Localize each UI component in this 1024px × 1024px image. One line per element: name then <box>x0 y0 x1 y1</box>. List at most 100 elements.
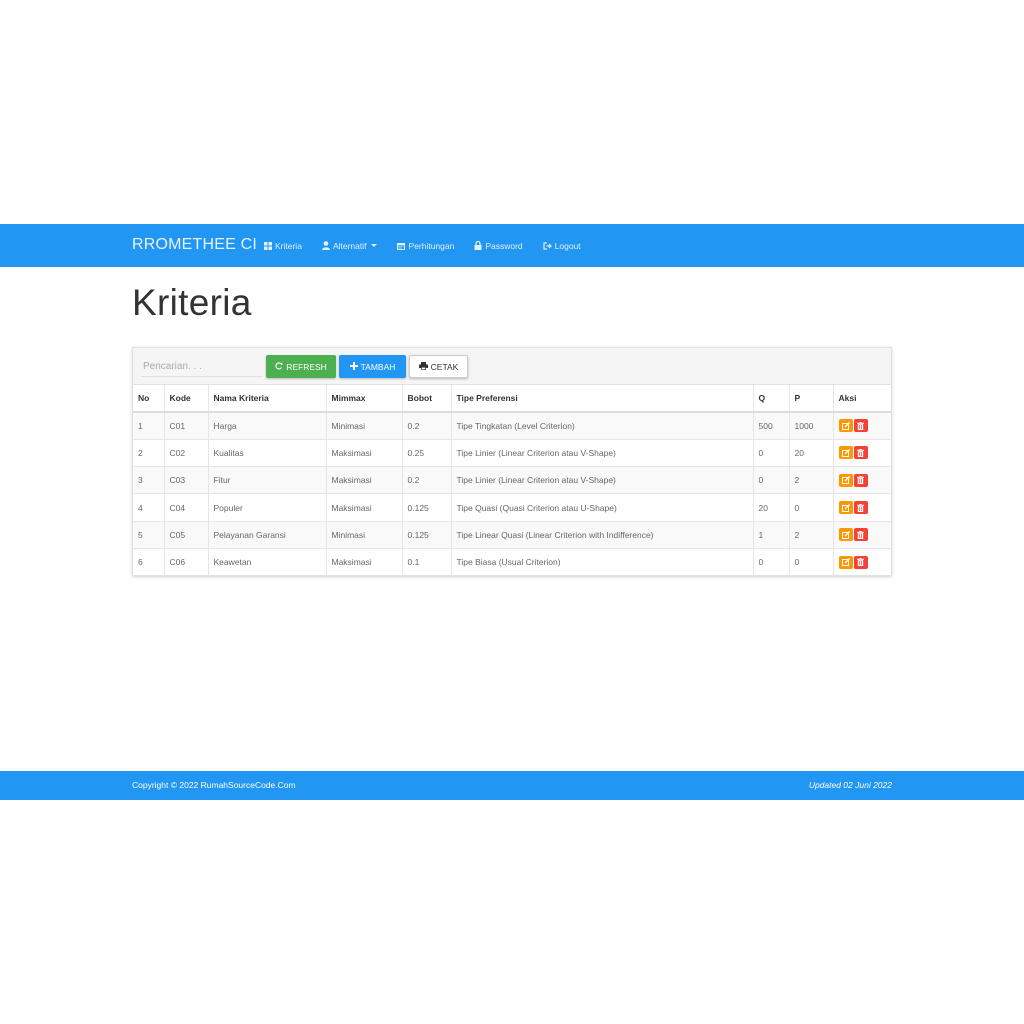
nav-menu: Kriteria Alternatif Perhitungan Password <box>264 224 601 267</box>
cell-q: 500 <box>753 411 790 440</box>
edit-button[interactable] <box>838 528 853 542</box>
trash-icon <box>857 503 864 512</box>
edit-button[interactable] <box>838 555 853 569</box>
cell-kode: C05 <box>164 520 209 549</box>
edit-icon <box>841 476 850 485</box>
edit-button[interactable] <box>838 473 853 487</box>
table-row: 6 C06 Keawetan Maksimasi 0.1 Tipe Biasa … <box>133 547 891 576</box>
delete-button[interactable] <box>853 446 868 460</box>
edit-icon <box>841 421 850 430</box>
cell-kode: C02 <box>164 438 209 467</box>
nav-item-perhitungan[interactable]: Perhitungan <box>397 241 454 251</box>
cell-p: 0 <box>789 547 834 576</box>
tambah-button[interactable]: TAMBAH <box>339 355 406 378</box>
header-aksi: Aksi <box>833 385 891 413</box>
cell-nama: Pelayanan Garansi <box>208 520 327 549</box>
header-kode: Kode <box>164 385 209 413</box>
cell-minmax: Maksimasi <box>326 438 403 467</box>
cell-bobot: 0.1 <box>402 547 452 576</box>
delete-button[interactable] <box>853 528 868 542</box>
cell-p: 1000 <box>789 411 834 440</box>
table-header-row: No Kode Nama Kriteria Mimmax Bobot Tipe … <box>133 385 891 413</box>
nav-item-label: Alternatif <box>332 240 367 251</box>
footer-copyright: Copyright © 2022 RumahSourceCode.Com <box>132 780 296 790</box>
cell-nama: Fitur <box>208 466 327 494</box>
nav-item-kriteria[interactable]: Kriteria <box>264 241 302 251</box>
cell-q: 0 <box>753 438 790 467</box>
trash-icon <box>857 476 864 485</box>
footer-updated: Updated 02 Juni 2022 <box>808 780 892 790</box>
trash-icon <box>857 530 864 539</box>
cell-nama: Kualitas <box>208 438 327 467</box>
nav-item-password[interactable]: Password <box>474 240 523 251</box>
caret-down-icon <box>371 244 378 247</box>
trash-icon <box>857 448 864 457</box>
print-icon <box>418 361 428 372</box>
cell-minmax: Maksimasi <box>326 466 403 494</box>
edit-button[interactable] <box>838 501 853 515</box>
edit-button[interactable] <box>838 419 853 433</box>
edit-icon <box>841 530 850 539</box>
delete-button[interactable] <box>853 473 868 487</box>
cell-p: 2 <box>789 466 834 494</box>
nav-item-label: Password <box>485 240 523 251</box>
delete-button[interactable] <box>853 501 868 515</box>
cell-no: 5 <box>133 520 165 549</box>
nav-item-alternatif[interactable]: Alternatif <box>321 240 378 251</box>
edit-icon <box>841 448 850 457</box>
header-bobot: Bobot <box>402 385 452 413</box>
refresh-button[interactable]: REFRESH <box>266 355 336 378</box>
table-row: 5 C05 Pelayanan Garansi Minimasi 0.125 T… <box>133 520 891 549</box>
cell-p: 20 <box>789 438 834 467</box>
refresh-icon <box>275 361 283 372</box>
cell-kode: C01 <box>164 411 209 440</box>
cell-tipe: Tipe Quasi (Quasi Criterion atau U-Shape… <box>451 493 754 522</box>
cell-bobot: 0.2 <box>402 411 452 440</box>
cell-no: 4 <box>133 493 165 522</box>
kriteria-table: No Kode Nama Kriteria Mimmax Bobot Tipe … <box>133 385 891 576</box>
cell-bobot: 0.2 <box>402 466 452 494</box>
nav-item-logout[interactable]: Logout <box>543 241 581 251</box>
kriteria-panel: REFRESH TAMBAH CETAK No Kode Nama Kriter… <box>132 347 892 576</box>
cell-minmax: Minimasi <box>326 520 403 549</box>
header-nama-kriteria: Nama Kriteria <box>208 385 327 413</box>
cell-aksi <box>833 520 891 549</box>
table-row: 3 C03 Fitur Maksimasi 0.2 Tipe Linier (L… <box>133 466 891 494</box>
cell-aksi <box>833 411 891 440</box>
cell-tipe: Tipe Biasa (Usual Criterion) <box>451 547 754 576</box>
header-p: P <box>789 385 834 413</box>
lock-icon <box>474 241 482 250</box>
cell-kode: C06 <box>164 547 209 576</box>
cell-no: 6 <box>133 547 165 576</box>
edit-icon <box>841 558 850 567</box>
cell-aksi <box>833 466 891 494</box>
cell-bobot: 0.125 <box>402 520 452 549</box>
brand-link[interactable]: RROMETHEE CI <box>132 236 257 254</box>
header-minmax: Mimmax <box>326 385 403 413</box>
edit-icon <box>841 503 850 512</box>
cell-aksi <box>833 493 891 522</box>
page-title: Kriteria <box>132 282 252 323</box>
search-input[interactable] <box>141 356 263 377</box>
table-row: 4 C04 Populer Maksimasi 0.125 Tipe Quasi… <box>133 493 891 522</box>
cell-q: 20 <box>753 493 790 522</box>
header-tipe-preferensi: Tipe Preferensi <box>451 385 754 413</box>
cell-no: 2 <box>133 438 165 467</box>
plus-icon <box>349 361 358 372</box>
calendar-icon <box>397 242 406 250</box>
nav-item-label: Kriteria <box>275 240 302 251</box>
cetak-label: CETAK <box>430 361 459 372</box>
delete-button[interactable] <box>853 555 868 569</box>
cell-minmax: Minimasi <box>326 411 403 440</box>
cell-aksi <box>833 547 891 576</box>
cell-p: 2 <box>789 520 834 549</box>
grid-icon <box>264 241 272 250</box>
delete-button[interactable] <box>853 419 868 433</box>
cell-tipe: Tipe Linear Quasi (Linear Criterion with… <box>451 520 754 549</box>
cetak-button[interactable]: CETAK <box>409 355 468 378</box>
cell-q: 0 <box>753 547 790 576</box>
header-q: Q <box>753 385 790 413</box>
cell-tipe: Tipe Linier (Linear Criterion atau V-Sha… <box>451 438 754 467</box>
edit-button[interactable] <box>838 446 853 460</box>
user-icon <box>321 241 330 250</box>
